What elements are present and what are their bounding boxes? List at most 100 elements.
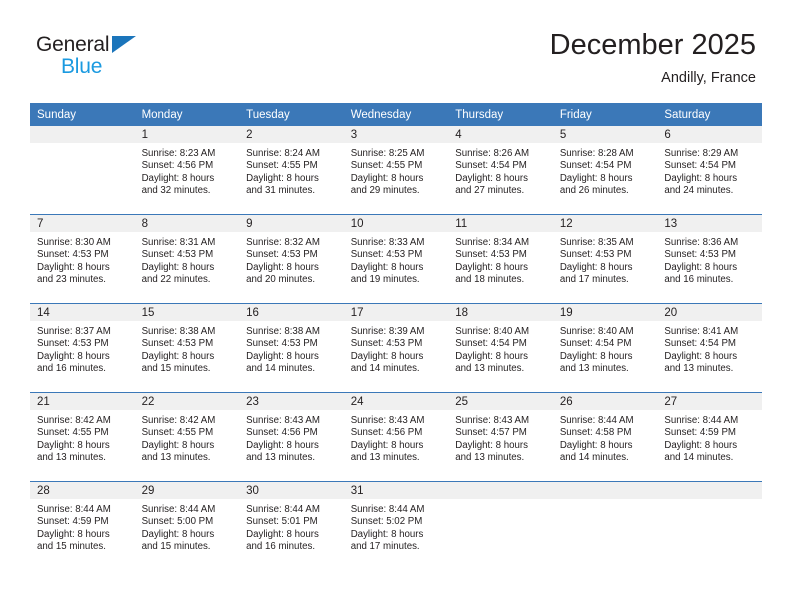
calendar-day-cell[interactable]: 16 Sunrise: 8:38 AM Sunset: 4:53 PM Dayligh… [239, 303, 344, 393]
calendar-day-cell[interactable]: 21 Sunrise: 8:42 AM Sunset: 4:55 PM Dayligh… [30, 392, 135, 482]
daylight-text-line2: and 31 minutes. [246, 185, 316, 197]
daylight-text-line1: Daylight: 8 hours [141, 528, 215, 540]
day-number: 1 [134, 126, 240, 143]
calendar-day-cell[interactable]: 2 Sunrise: 8:24 AM Sunset: 4:55 PM Daylight… [239, 126, 344, 215]
day-details: Sunrise: 8:23 AM Sunset: 4:56 PM Daylight:… [135, 143, 240, 198]
sunset-text: Sunset: 5:02 PM [350, 516, 423, 528]
weekday-header-monday: Monday [134, 103, 240, 126]
day-cell-content: 30 Sunrise: 8:44 AM Sunset: 5:01 PM Dayligh… [239, 482, 344, 570]
sunrise-text: Sunrise: 8:43 AM [455, 415, 530, 426]
calendar-day-cell[interactable]: 26 Sunrise: 8:44 AM Sunset: 4:58 PM Dayligh… [552, 392, 658, 482]
calendar-day-cell[interactable]: 9 Sunrise: 8:32 AM Sunset: 4:53 PM Daylight… [239, 214, 344, 304]
calendar-day-cell[interactable]: 23 Sunrise: 8:43 AM Sunset: 4:56 PM Dayligh… [239, 392, 344, 482]
calendar-week-row: 7 Sunrise: 8:30 AM Sunset: 4:53 PM Daylight… [30, 214, 762, 304]
day-details: Sunrise: 8:29 AM Sunset: 4:54 PM Daylight:… [657, 143, 762, 198]
calendar-day-cell[interactable]: 5 Sunrise: 8:28 AM Sunset: 4:54 PM Daylight… [552, 126, 658, 215]
calendar-day-cell[interactable]: 11 Sunrise: 8:34 AM Sunset: 4:53 PM Dayligh… [448, 214, 553, 304]
day-details: Sunrise: 8:43 AM Sunset: 4:57 PM Daylight:… [448, 410, 553, 465]
sunset-text: Sunset: 4:53 PM [664, 249, 736, 261]
sunset-text: Sunset: 4:57 PM [455, 427, 527, 439]
calendar-day-cell[interactable]: 20 Sunrise: 8:41 AM Sunset: 4:54 PM Dayligh… [657, 303, 762, 393]
day-number: 23 [239, 393, 344, 410]
day-cell-content: 24 Sunrise: 8:43 AM Sunset: 4:56 PM Dayligh… [343, 393, 449, 481]
calendar-day-cell[interactable]: 24 Sunrise: 8:43 AM Sunset: 4:56 PM Dayligh… [343, 392, 449, 482]
day-number: 18 [448, 304, 553, 321]
generalblue-logo[interactable]: General Blue [36, 33, 156, 85]
calendar-day-cell[interactable]: 6 Sunrise: 8:29 AM Sunset: 4:54 PM Daylight… [657, 126, 762, 215]
calendar-day-cell[interactable]: 7 Sunrise: 8:30 AM Sunset: 4:53 PM Daylight… [30, 214, 135, 304]
calendar-day-cell[interactable]: 13 Sunrise: 8:36 AM Sunset: 4:53 PM Dayligh… [657, 214, 762, 304]
daylight-text-line2: and 17 minutes. [559, 274, 629, 286]
page-header: General Blue December 2025 Andilly, Fran… [0, 0, 792, 100]
day-cell-content: 2 Sunrise: 8:24 AM Sunset: 4:55 PM Daylight… [239, 126, 344, 214]
calendar-day-cell[interactable]: 14 Sunrise: 8:37 AM Sunset: 4:53 PM Dayligh… [30, 303, 135, 393]
calendar-day-cell[interactable]: 19 Sunrise: 8:40 AM Sunset: 4:54 PM Dayligh… [552, 303, 658, 393]
day-number: 6 [657, 126, 762, 143]
day-cell-content: 27 Sunrise: 8:44 AM Sunset: 4:59 PM Dayligh… [657, 393, 762, 481]
day-details: Sunrise: 8:36 AM Sunset: 4:53 PM Daylight:… [657, 232, 762, 287]
weekday-header-friday: Friday [552, 103, 658, 126]
sunrise-text: Sunrise: 8:40 AM [559, 326, 634, 337]
day-number: 19 [552, 304, 658, 321]
calendar-day-cell[interactable]: 4 Sunrise: 8:26 AM Sunset: 4:54 PM Daylight… [448, 126, 553, 215]
logo-triangle-icon [112, 36, 136, 53]
calendar-day-cell[interactable]: 27 Sunrise: 8:44 AM Sunset: 4:59 PM Dayligh… [657, 392, 762, 482]
day-details: Sunrise: 8:28 AM Sunset: 4:54 PM Daylight:… [553, 143, 658, 198]
day-cell-content: 26 Sunrise: 8:44 AM Sunset: 4:58 PM Dayligh… [552, 393, 658, 481]
calendar-day-cell[interactable]: 17 Sunrise: 8:39 AM Sunset: 4:53 PM Dayligh… [343, 303, 449, 393]
sunrise-text: Sunrise: 8:25 AM [350, 148, 425, 159]
day-cell-content [552, 482, 658, 570]
calendar-week-row: 14 Sunrise: 8:37 AM Sunset: 4:53 PM Dayligh… [30, 303, 762, 393]
calendar-day-cell[interactable]: 8 Sunrise: 8:31 AM Sunset: 4:53 PM Daylight… [134, 214, 240, 304]
day-number [448, 482, 553, 499]
calendar-day-cell[interactable]: 18 Sunrise: 8:40 AM Sunset: 4:54 PM Dayligh… [448, 303, 553, 393]
calendar-day-cell[interactable]: 3 Sunrise: 8:25 AM Sunset: 4:55 PM Daylight… [343, 126, 449, 215]
daylight-text-line1: Daylight: 8 hours [350, 439, 424, 451]
daylight-text-line1: Daylight: 8 hours [664, 261, 738, 273]
calendar-day-cell[interactable]: 15 Sunrise: 8:38 AM Sunset: 4:53 PM Dayligh… [134, 303, 240, 393]
sunset-text: Sunset: 4:54 PM [559, 338, 632, 350]
day-details: Sunrise: 8:38 AM Sunset: 4:53 PM Daylight:… [239, 321, 344, 376]
day-cell-content: 18 Sunrise: 8:40 AM Sunset: 4:54 PM Dayligh… [448, 304, 553, 392]
daylight-text-line2: and 13 minutes. [246, 452, 316, 464]
daylight-text-line1: Daylight: 8 hours [246, 172, 319, 184]
sunrise-text: Sunrise: 8:44 AM [37, 504, 111, 515]
day-details: Sunrise: 8:32 AM Sunset: 4:53 PM Daylight:… [239, 232, 344, 287]
sunset-text: Sunset: 4:54 PM [559, 160, 632, 172]
calendar-day-cell[interactable]: 25 Sunrise: 8:43 AM Sunset: 4:57 PM Dayligh… [448, 392, 553, 482]
calendar-day-cell[interactable]: 28 Sunrise: 8:44 AM Sunset: 4:59 PM Dayligh… [30, 481, 135, 570]
calendar-week-row: 28 Sunrise: 8:44 AM Sunset: 4:59 PM Dayligh… [30, 481, 762, 570]
daylight-text-line2: and 20 minutes. [246, 274, 316, 286]
calendar-day-cell[interactable]: 22 Sunrise: 8:42 AM Sunset: 4:55 PM Dayligh… [134, 392, 240, 482]
page-title: December 2025 [549, 29, 756, 61]
sunrise-text: Sunrise: 8:44 AM [559, 415, 634, 426]
day-number: 28 [30, 482, 135, 499]
sunset-text: Sunset: 4:53 PM [246, 338, 318, 350]
day-cell-content [448, 482, 553, 570]
calendar-day-cell[interactable]: 12 Sunrise: 8:35 AM Sunset: 4:53 PM Dayligh… [552, 214, 658, 304]
calendar-day-cell[interactable]: 30 Sunrise: 8:44 AM Sunset: 5:01 PM Dayligh… [239, 481, 344, 570]
daylight-text-line2: and 13 minutes. [350, 452, 420, 464]
calendar-day-cell[interactable]: 29 Sunrise: 8:44 AM Sunset: 5:00 PM Dayligh… [134, 481, 240, 570]
sunrise-text: Sunrise: 8:28 AM [559, 148, 634, 159]
day-number: 15 [134, 304, 240, 321]
day-cell-content: 22 Sunrise: 8:42 AM Sunset: 4:55 PM Dayligh… [134, 393, 240, 481]
calendar-day-cell[interactable]: 10 Sunrise: 8:33 AM Sunset: 4:53 PM Dayligh… [343, 214, 449, 304]
daylight-text-line1: Daylight: 8 hours [141, 261, 215, 273]
sunset-text: Sunset: 4:56 PM [141, 160, 214, 172]
calendar-day-cell[interactable]: 1 Sunrise: 8:23 AM Sunset: 4:56 PM Daylight… [134, 126, 240, 215]
day-number: 20 [657, 304, 762, 321]
daylight-text-line2: and 24 minutes. [664, 185, 734, 197]
calendar-body: 1 Sunrise: 8:23 AM Sunset: 4:56 PM Daylight… [30, 126, 762, 570]
day-cell-content [30, 126, 135, 214]
sunset-text: Sunset: 4:59 PM [664, 427, 736, 439]
calendar-day-cell [448, 481, 553, 570]
day-number: 4 [448, 126, 553, 143]
daylight-text-line2: and 29 minutes. [350, 185, 420, 197]
day-cell-content: 7 Sunrise: 8:30 AM Sunset: 4:53 PM Daylight… [30, 215, 135, 303]
daylight-text-line1: Daylight: 8 hours [141, 439, 215, 451]
calendar-day-cell[interactable]: 31 Sunrise: 8:44 AM Sunset: 5:02 PM Dayligh… [343, 481, 449, 570]
day-cell-content: 20 Sunrise: 8:41 AM Sunset: 4:54 PM Dayligh… [657, 304, 762, 392]
day-cell-content: 5 Sunrise: 8:28 AM Sunset: 4:54 PM Daylight… [552, 126, 658, 214]
day-number: 21 [30, 393, 135, 410]
